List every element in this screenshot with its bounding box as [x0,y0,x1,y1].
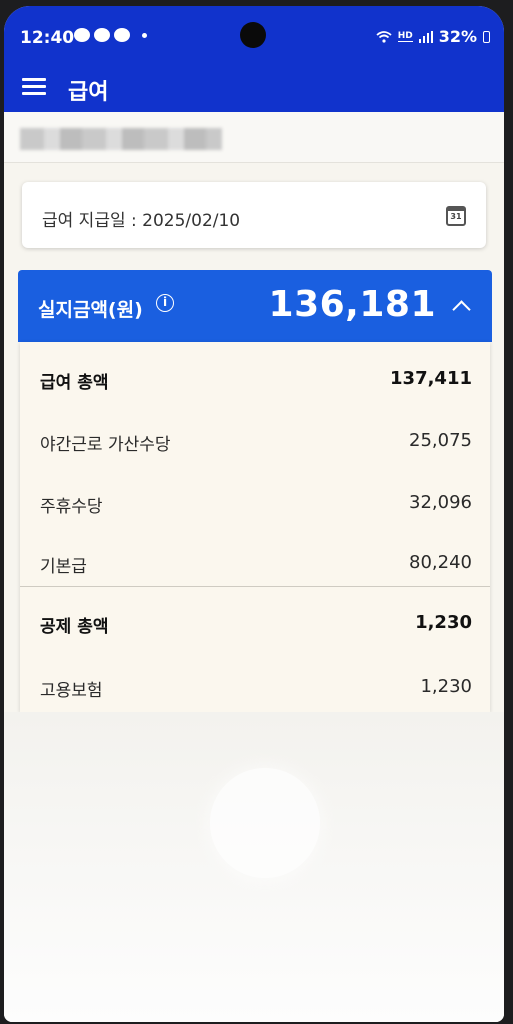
list-item-base-pay: 기본급 80,240 [20,544,490,584]
list-item-gross-pay: 급여 총액 137,411 [20,360,490,400]
pay-date-selector[interactable]: 급여 지급일 : 2025/02/10 31 [22,182,486,248]
notification-app-icon [74,28,90,42]
chevron-up-icon[interactable] [452,300,471,319]
notification-icons [74,28,147,42]
pay-details-card: 급여 총액 137,411 야간근로 가산수당 25,075 주휴수당 32,0… [20,342,490,712]
front-camera [240,22,266,48]
detail-label: 급여 총액 [40,373,109,393]
detail-value: 32,096 [409,492,472,513]
more-notifications-dot-icon [142,32,147,38]
battery-icon [483,30,490,43]
detail-value: 80,240 [409,552,472,573]
list-item-total-deductions: 공제 총액 1,230 [20,604,490,644]
status-indicators: HD 32% [376,27,490,46]
list-item-weekly-holiday-allowance: 주휴수당 32,096 [20,484,490,524]
page-title: 급여 [68,80,109,105]
detail-value: 1,230 [420,676,472,697]
light-glare [210,768,320,878]
app-bar: 급여 [4,62,504,112]
detail-label: 기본급 [40,557,87,577]
blurred-employee-name [20,128,222,150]
detail-value: 1,230 [415,612,472,633]
battery-percent: 32% [438,27,477,46]
detail-value: 137,411 [390,368,472,389]
chat-bubble-icon [114,28,130,42]
net-pay-label: 실지금액(원) [38,299,143,321]
status-bar: 12:40 HD 32% [4,6,504,62]
signal-strength-icon [418,30,433,43]
messenger-icon [94,28,110,42]
list-item-night-allowance: 야간근로 가산수당 25,075 [20,422,490,462]
list-item-employment-insurance: 고용보험 1,230 [20,668,490,708]
hd-voice-icon: HD [397,30,413,42]
detail-value: 25,075 [409,430,472,451]
phone-screen: 12:40 HD 32% 급여 급여 지급일 : 2025/02/10 31 실… [4,6,504,1022]
calendar-icon[interactable]: 31 [446,206,466,226]
detail-label: 고용보험 [40,681,103,701]
detail-label: 주휴수당 [40,497,103,517]
info-icon[interactable]: i [156,294,174,312]
section-divider [20,586,490,587]
detail-label: 야간근로 가산수당 [40,435,171,455]
hamburger-menu-icon[interactable] [22,78,46,96]
wifi-icon [376,30,392,43]
employee-info-strip [4,112,504,163]
status-time: 12:40 [20,28,75,48]
detail-label: 공제 총액 [40,617,109,637]
net-pay-header[interactable]: 실지금액(원) i 136,181 [18,270,492,342]
net-pay-amount: 136,181 [268,284,436,325]
pay-date-label: 급여 지급일 : 2025/02/10 [42,211,241,231]
